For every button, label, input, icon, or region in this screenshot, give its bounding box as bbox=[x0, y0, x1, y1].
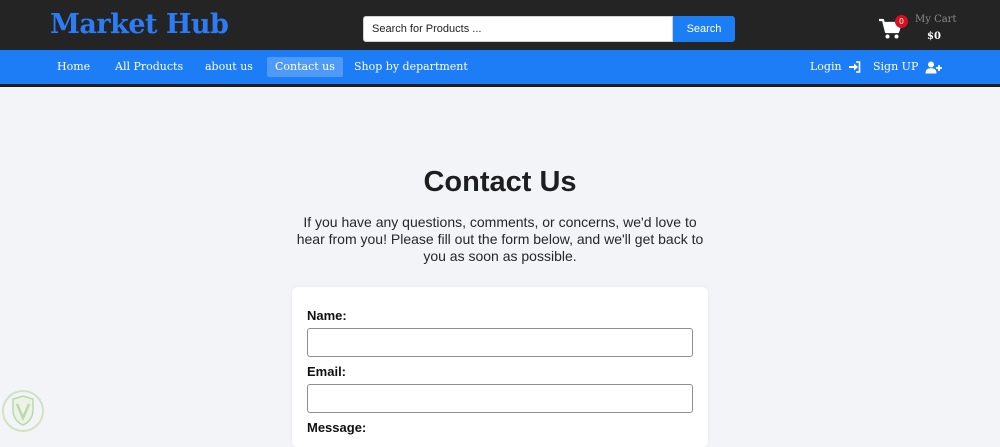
top-header: Market Hub Search 0 My Cart $0 bbox=[0, 0, 1000, 50]
login-link[interactable]: Login bbox=[802, 57, 869, 77]
cart-label: My Cart bbox=[915, 14, 957, 25]
cart-count-badge: 0 bbox=[895, 15, 908, 28]
nav-shop-by-department[interactable]: Shop by department bbox=[346, 57, 476, 77]
page-title: Contact Us bbox=[423, 166, 577, 198]
nav-about-us[interactable]: about us bbox=[197, 57, 261, 77]
nav-all-products[interactable]: All Products bbox=[107, 57, 191, 77]
contact-form: Name: Email: Message: bbox=[292, 287, 708, 447]
name-label: Name: bbox=[307, 308, 347, 323]
search-button[interactable]: Search bbox=[673, 16, 735, 42]
email-field[interactable] bbox=[307, 384, 693, 413]
message-label: Message: bbox=[307, 420, 367, 435]
nav-home[interactable]: Home bbox=[49, 57, 98, 77]
signup-label: Sign UP bbox=[873, 60, 919, 73]
name-field[interactable] bbox=[307, 328, 693, 357]
email-label: Email: bbox=[307, 364, 347, 379]
shield-logo-icon bbox=[2, 390, 44, 432]
main-nav: Home All Products about us Contact us Sh… bbox=[0, 50, 1000, 87]
sign-in-icon bbox=[849, 61, 861, 73]
user-plus-icon bbox=[925, 61, 942, 73]
signup-link[interactable]: Sign UP bbox=[865, 57, 950, 77]
nav-contact-us[interactable]: Contact us bbox=[267, 57, 343, 77]
intro-text: If you have any questions, comments, or … bbox=[296, 214, 704, 264]
login-label: Login bbox=[810, 60, 842, 73]
cart-total: $0 bbox=[927, 31, 941, 42]
search-input[interactable] bbox=[363, 16, 673, 42]
site-logo[interactable]: Market Hub bbox=[50, 9, 229, 40]
